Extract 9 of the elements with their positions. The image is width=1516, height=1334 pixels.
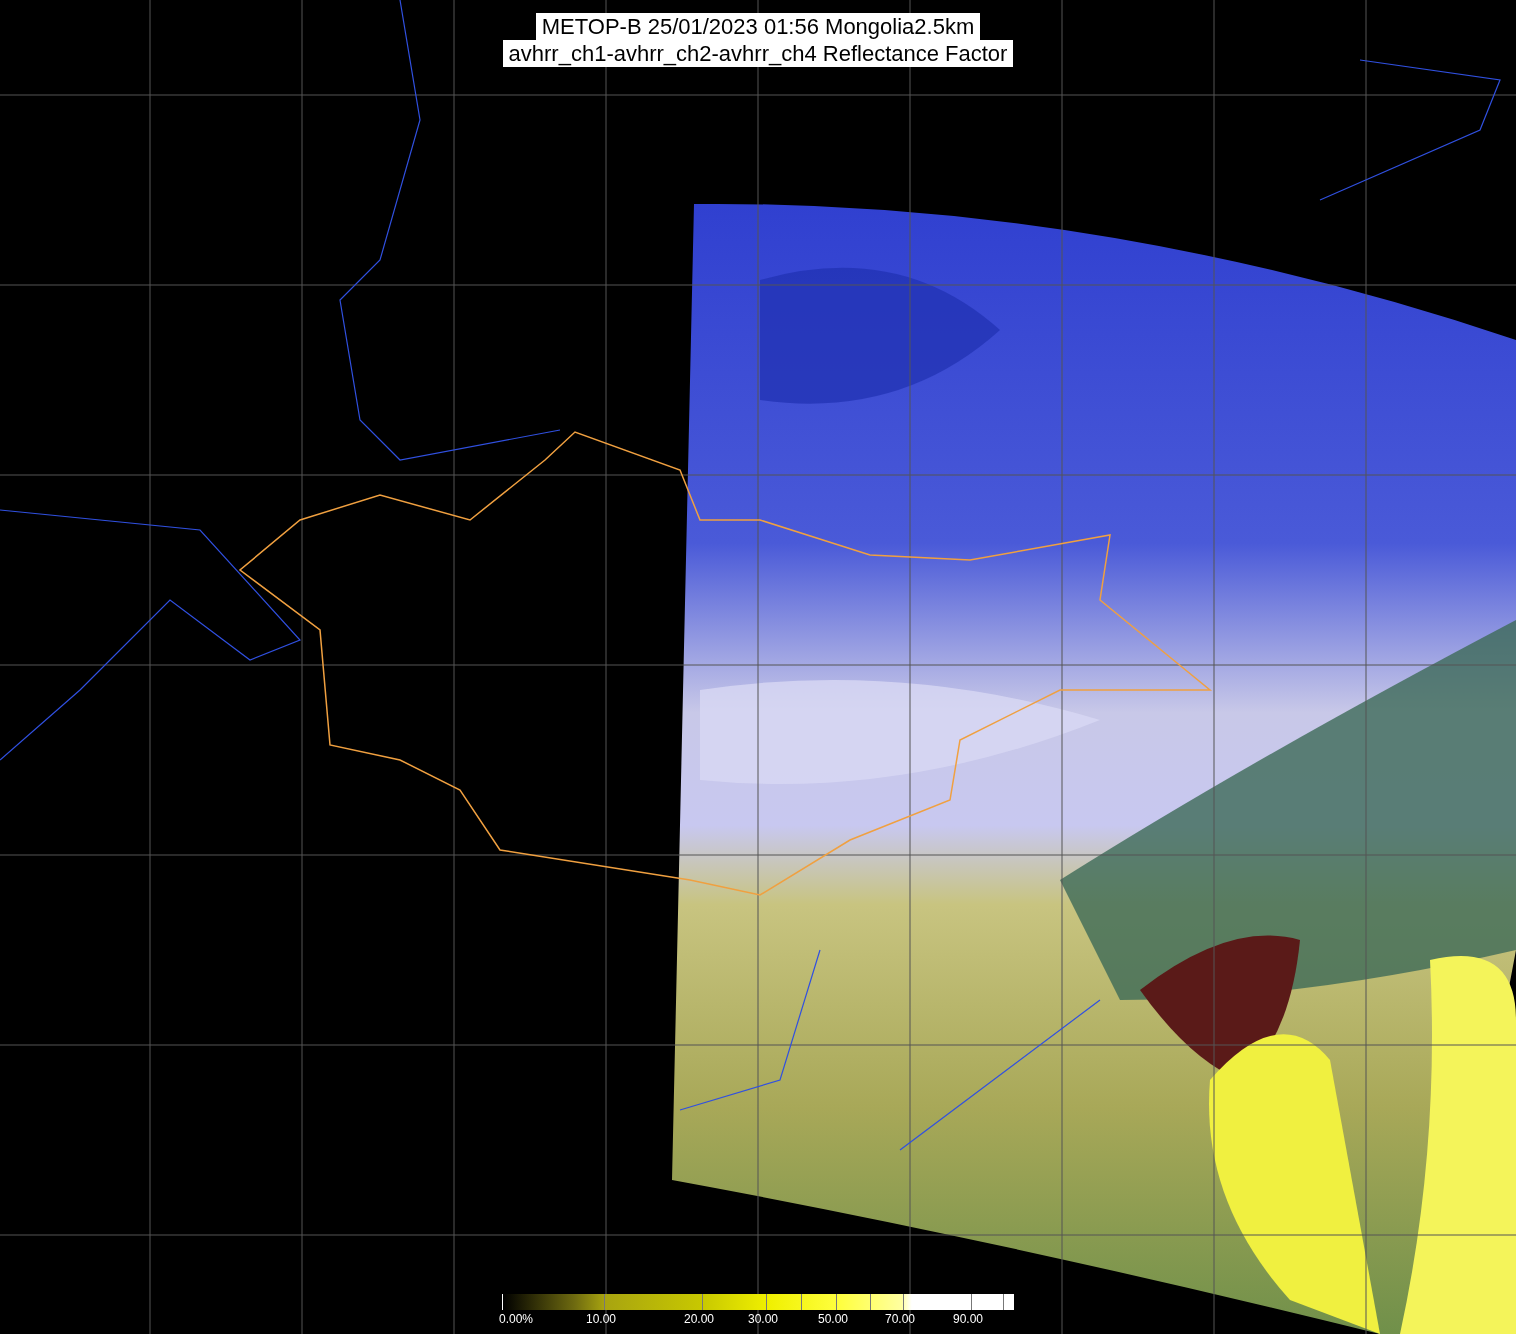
scale-label: 0.00% [499, 1312, 533, 1326]
scale-label: 30.00 [748, 1312, 778, 1326]
map-title: METOP-B 25/01/2023 01:56 Mongolia2.5km [535, 13, 981, 40]
map-title: avhrr_ch1-avhrr_ch2-avhrr_ch4 Reflectance Factor [502, 40, 1014, 67]
scale-label: 70.00 [885, 1312, 915, 1326]
scale-label: 90.00 [953, 1312, 983, 1326]
scale-label: 50.00 [818, 1312, 848, 1326]
scale-label: 20.00 [684, 1312, 714, 1326]
scale-label: 10.00 [586, 1312, 616, 1326]
